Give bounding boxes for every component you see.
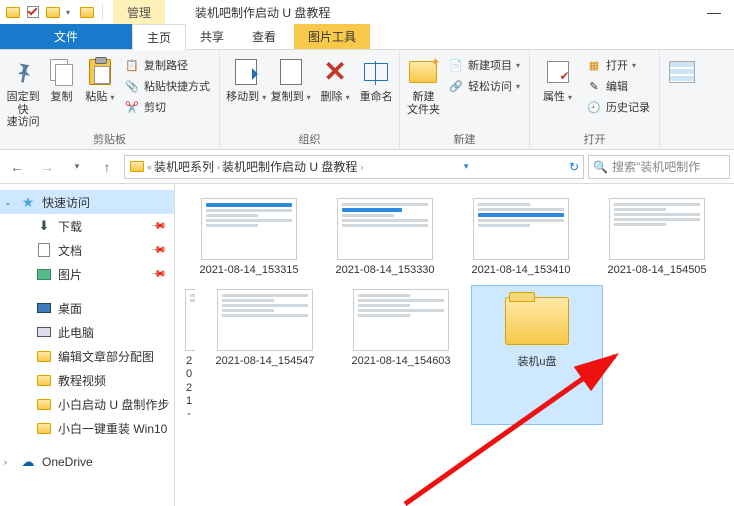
forward-button[interactable]: → — [34, 154, 60, 180]
cloud-icon: ☁ — [20, 455, 36, 469]
ribbon-tabs: 文件 主页 共享 查看 图片工具 — [0, 24, 734, 50]
sidebar-pictures[interactable]: 图片📌 — [0, 262, 174, 286]
sidebar-downloads[interactable]: ⬇下载📌 — [0, 214, 174, 238]
copy-to-button[interactable]: 复制到 ▾ — [270, 52, 310, 104]
contextual-tab[interactable]: 管理 — [113, 0, 165, 24]
qat-check-icon[interactable] — [24, 3, 42, 21]
pin-icon: 📌 — [149, 242, 166, 259]
edit-button[interactable]: ✎编辑 — [583, 76, 653, 96]
sidebar: ⌄★快速访问 ⬇下载📌 文档📌 图片📌 桌面 此电脑 编辑文章部分配图 教程视频… — [0, 184, 175, 506]
desktop-icon — [36, 301, 52, 315]
tab-share[interactable]: 共享 — [186, 24, 238, 49]
history-button[interactable]: 🕘历史记录 — [583, 97, 653, 117]
open-button[interactable]: ▦打开▾ — [583, 55, 653, 75]
back-button[interactable]: ← — [4, 154, 30, 180]
sidebar-folder-4[interactable]: 小白一键重装 Win10 — [0, 416, 174, 440]
breadcrumb-seg-1[interactable]: 装机吧系列 › — [154, 158, 220, 175]
sidebar-documents[interactable]: 文档📌 — [0, 238, 174, 262]
file-pane[interactable]: 2021-08-14_153315 2021-08-14_153330 2021… — [175, 184, 734, 506]
addr-dropdown[interactable]: ▾ — [464, 161, 469, 172]
breadcrumb-seg-2[interactable]: 装机吧制作启动 U 盘教程 › — [222, 158, 363, 175]
delete-button[interactable]: ✕删除 ▾ — [315, 52, 355, 104]
address-bar[interactable]: « 装机吧系列 › 装机吧制作启动 U 盘教程 › ▾ ↻ — [124, 155, 584, 179]
sidebar-folder-2[interactable]: 教程视频 — [0, 368, 174, 392]
up-button[interactable]: ↑ — [94, 154, 120, 180]
star-icon: ★ — [20, 195, 36, 209]
file-item[interactable]: 2021-08-14_153410 — [455, 194, 587, 281]
group-new-label: 新建 — [406, 131, 523, 149]
pc-icon — [36, 325, 52, 339]
move-to-button[interactable]: 移动到 ▾ — [226, 52, 266, 104]
qat-dropdown[interactable]: ▾ — [66, 8, 70, 17]
paste-button[interactable]: 粘贴 ▾ — [83, 52, 117, 104]
copy-button[interactable]: 复制 — [44, 52, 78, 104]
recent-button[interactable]: ▾ — [64, 154, 90, 180]
select-button[interactable] — [666, 52, 698, 88]
file-item[interactable]: 2021-08-14_154505 — [591, 194, 723, 281]
tab-home[interactable]: 主页 — [132, 24, 186, 50]
group-clipboard-label: 剪贴板 — [6, 131, 213, 149]
paste-shortcut-button[interactable]: 📎粘贴快捷方式 — [121, 76, 213, 96]
tab-picture-tools[interactable]: 图片工具 — [294, 24, 370, 49]
file-item[interactable]: 2021-08-14_154547 — [199, 285, 331, 425]
title-bar: ▾ 管理 装机吧制作启动 U 盘教程 — — [0, 0, 734, 24]
cut-button[interactable]: ✂️剪切 — [121, 97, 213, 117]
qat-folder2-icon[interactable] — [44, 3, 62, 21]
sidebar-folder-3[interactable]: 小白启动 U 盘制作步 — [0, 392, 174, 416]
folder-icon — [36, 397, 52, 411]
sidebar-folder-1[interactable]: 编辑文章部分配图 — [0, 344, 174, 368]
properties-button[interactable]: 属性 ▾ — [536, 52, 579, 104]
group-open-label: 打开 — [536, 131, 653, 149]
document-icon — [36, 243, 52, 257]
file-item[interactable]: 2021-08-14_153330 — [319, 194, 451, 281]
folder-icon — [36, 421, 52, 435]
search-icon: 🔍 — [593, 160, 608, 174]
new-folder-button[interactable]: 新建文件夹 — [406, 52, 441, 116]
window-title: 装机吧制作启动 U 盘教程 — [195, 4, 330, 21]
file-item[interactable]: 2021-08-14_154603 — [335, 285, 467, 425]
file-item-cut[interactable]: 2021- — [183, 285, 195, 425]
rename-button[interactable]: 重命名 — [359, 52, 393, 104]
file-item[interactable]: 2021-08-14_153315 — [183, 194, 315, 281]
sidebar-thispc[interactable]: 此电脑 — [0, 320, 174, 344]
easy-access-button[interactable]: 🔗轻松访问▾ — [445, 76, 523, 96]
pin-icon: 📌 — [149, 266, 166, 283]
pin-icon: 📌 — [149, 218, 166, 235]
folder-icon — [36, 373, 52, 387]
group-organize-label: 组织 — [226, 131, 393, 149]
tab-file[interactable]: 文件 — [0, 24, 132, 49]
tab-view[interactable]: 查看 — [238, 24, 290, 49]
pin-quick-access-button[interactable]: 固定到快速访问 — [6, 52, 40, 129]
minimize-button[interactable]: — — [694, 0, 734, 24]
copy-path-button[interactable]: 📋复制路径 — [121, 55, 213, 75]
folder-icon — [505, 297, 569, 345]
new-item-button[interactable]: 📄新建项目▾ — [445, 55, 523, 75]
titlebar-folder-icon — [78, 3, 96, 21]
search-box[interactable]: 🔍 搜索"装机吧制作 — [588, 155, 730, 179]
picture-icon — [36, 267, 52, 281]
file-item-selected[interactable]: 装机u盘 — [471, 285, 603, 425]
qat-folder-icon[interactable] — [4, 3, 22, 21]
download-icon: ⬇ — [36, 219, 52, 233]
sidebar-onedrive[interactable]: ›☁OneDrive — [0, 450, 174, 474]
ribbon: 固定到快速访问 复制 粘贴 ▾ 📋复制路径 📎粘贴快捷方式 ✂️剪切 剪贴板 移… — [0, 50, 734, 150]
refresh-button[interactable]: ↻ — [569, 160, 579, 174]
sidebar-quick-access[interactable]: ⌄★快速访问 — [0, 190, 174, 214]
nav-bar: ← → ▾ ↑ « 装机吧系列 › 装机吧制作启动 U 盘教程 › ▾ ↻ 🔍 … — [0, 150, 734, 184]
sidebar-desktop[interactable]: 桌面 — [0, 296, 174, 320]
folder-icon — [36, 349, 52, 363]
